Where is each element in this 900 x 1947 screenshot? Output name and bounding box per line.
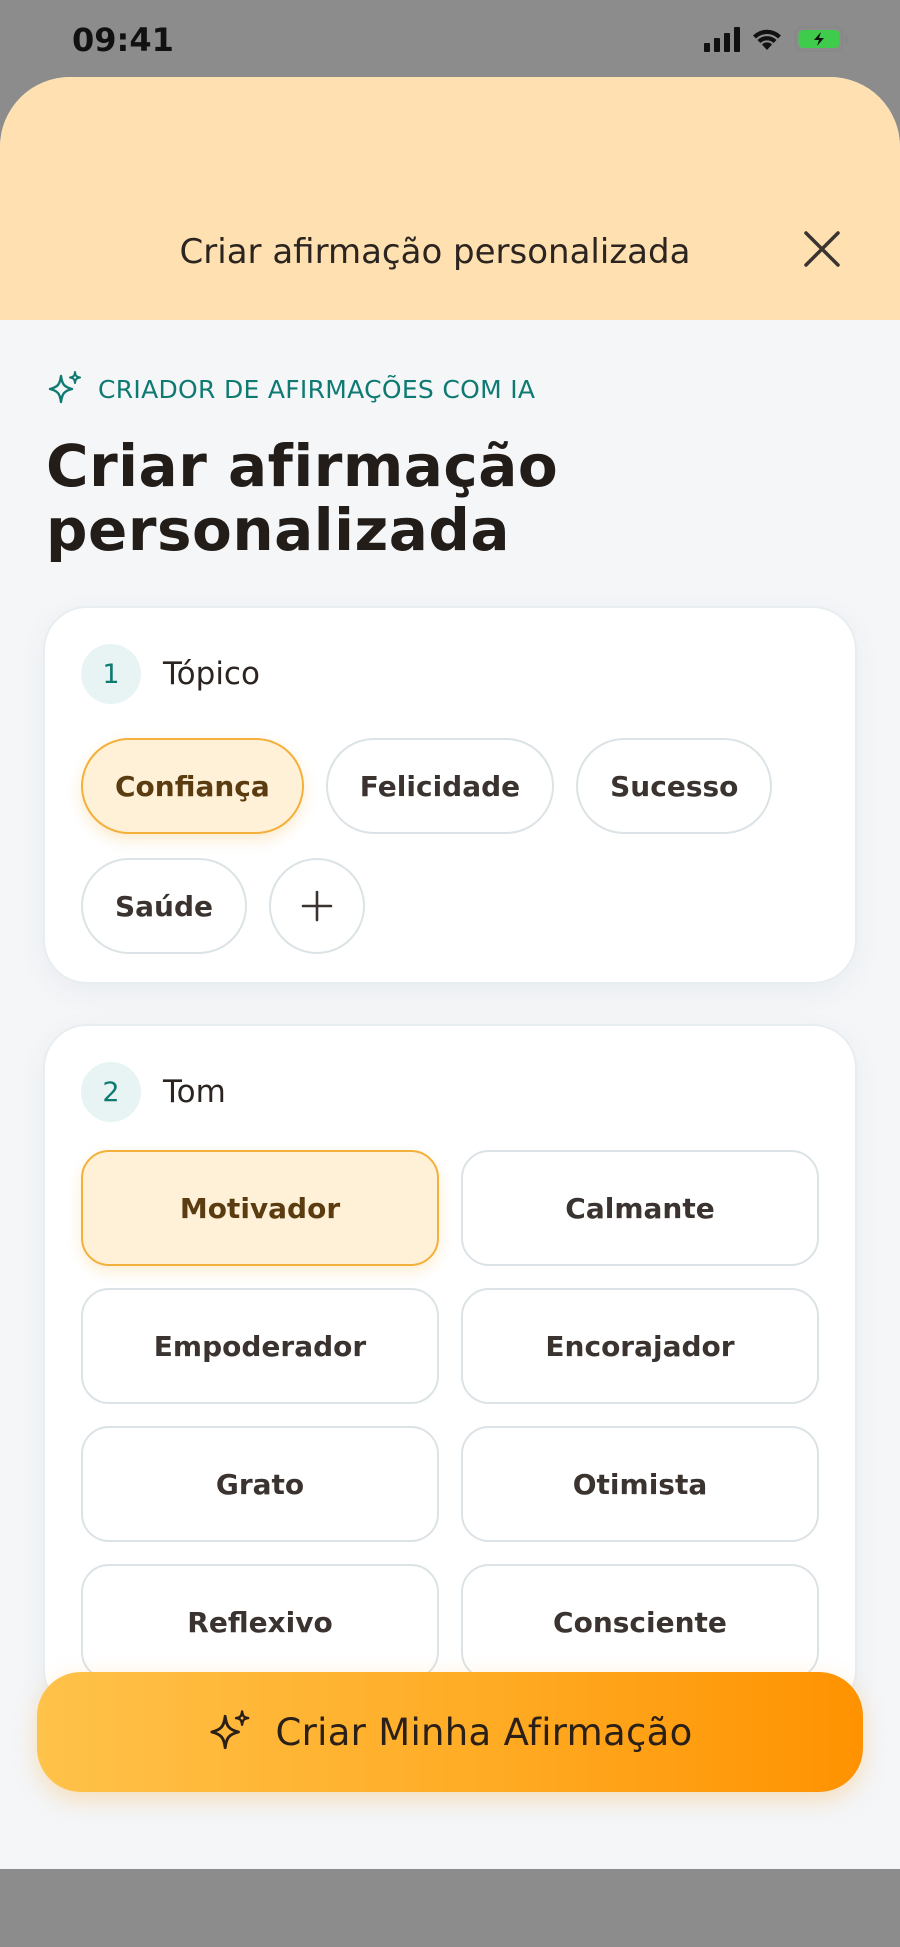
sheet-title: Criar afirmação personalizada — [179, 232, 691, 272]
step-number-badge: 1 — [81, 644, 141, 704]
step-label: Tom — [163, 1074, 226, 1110]
tone-option-calmante[interactable]: Calmante — [461, 1150, 819, 1266]
wifi-icon — [753, 29, 781, 50]
topic-chip-sucesso[interactable]: Sucesso — [576, 738, 773, 834]
tone-option-empoderador[interactable]: Empoderador — [81, 1288, 439, 1404]
tone-step-header: 2 Tom — [81, 1062, 819, 1122]
tone-option-encorajador[interactable]: Encorajador — [461, 1288, 819, 1404]
step-label: Tópico — [163, 656, 260, 692]
step-number-badge: 2 — [81, 1062, 141, 1122]
sparkles-icon — [48, 371, 81, 404]
page-title-line-2: personalizada — [46, 496, 511, 564]
page-title: Criar afirmação personalizada — [46, 434, 857, 562]
ai-creator-eyebrow: CRIADOR DE AFIRMAÇÕES COM IA — [46, 370, 857, 408]
home-indicator-area — [0, 1869, 900, 1947]
tone-option-motivador[interactable]: Motivador — [81, 1150, 439, 1266]
close-icon — [804, 231, 840, 267]
sheet-content: CRIADOR DE AFIRMAÇÕES COM IA Criar afirm… — [0, 370, 900, 1714]
tone-card: 2 Tom Motivador Calmante Empoderador Enc… — [43, 1024, 857, 1714]
topic-chip-saude[interactable]: Saúde — [81, 858, 248, 954]
eyebrow-label: CRIADOR DE AFIRMAÇÕES COM IA — [98, 374, 536, 404]
topic-chip-felicidade[interactable]: Felicidade — [325, 738, 555, 834]
close-button[interactable] — [800, 227, 844, 271]
sparkles-icon — [210, 1710, 250, 1750]
topic-chip-confianca[interactable]: Confiança — [81, 738, 304, 834]
battery-icon — [794, 26, 848, 52]
page-title-line-1: Criar afirmação — [46, 432, 559, 500]
add-topic-button[interactable] — [269, 858, 366, 954]
topic-step-header: 1 Tópico — [81, 644, 819, 704]
sheet-header: Criar afirmação personalizada — [0, 77, 900, 320]
tone-option-consciente[interactable]: Consciente — [461, 1564, 819, 1680]
topic-card: 1 Tópico Confiança Felicidade Sucesso Sa… — [43, 606, 857, 984]
tone-options: Motivador Calmante Empoderador Encorajad… — [81, 1150, 819, 1680]
status-icons — [704, 25, 850, 53]
tone-option-otimista[interactable]: Otimista — [461, 1426, 819, 1542]
create-affirmation-label: Criar Minha Afirmação — [275, 1710, 693, 1754]
create-affirmation-button[interactable]: Criar Minha Afirmação — [37, 1672, 863, 1792]
status-time: 09:41 — [72, 21, 174, 59]
status-bar: 09:41 — [0, 0, 900, 78]
bottom-sheet: Criar afirmação personalizada CRIADOR DE… — [0, 77, 900, 1869]
cellular-signal-icon — [704, 26, 740, 52]
tone-option-reflexivo[interactable]: Reflexivo — [81, 1564, 439, 1680]
tone-option-grato[interactable]: Grato — [81, 1426, 439, 1542]
plus-icon — [301, 890, 333, 922]
topic-chips: Confiança Felicidade Sucesso Saúde — [81, 738, 819, 954]
